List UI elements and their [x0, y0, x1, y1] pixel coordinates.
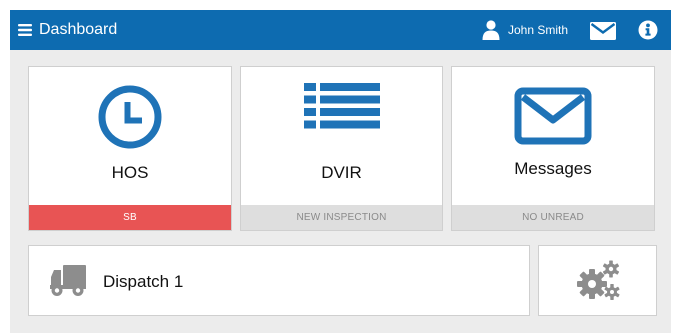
clock-icon [98, 85, 162, 149]
app-frame: Dashboard John Smith HOS SB DVIR NEW INS… [10, 10, 671, 333]
gears-icon [577, 260, 620, 300]
envelope-icon [514, 87, 592, 145]
page-title: Dashboard [39, 21, 118, 38]
dvir-tile[interactable]: DVIR NEW INSPECTION [240, 66, 443, 231]
dispatch-tile[interactable]: Dispatch 1 [28, 245, 530, 316]
messages-label: Messages [514, 159, 592, 178]
info-icon [638, 20, 658, 40]
settings-tile[interactable] [538, 245, 657, 316]
hos-tile[interactable]: HOS SB [28, 66, 232, 231]
menu-button[interactable]: Dashboard [18, 19, 117, 41]
hos-status: SB [29, 205, 231, 230]
messages-button[interactable] [590, 22, 616, 45]
info-button[interactable] [638, 20, 658, 45]
dvir-label: DVIR [321, 163, 362, 182]
user-icon [482, 20, 500, 40]
envelope-icon [590, 22, 616, 40]
user-name: John Smith [508, 23, 569, 37]
dispatch-label: Dispatch 1 [103, 272, 184, 291]
dvir-status: NEW INSPECTION [241, 205, 442, 230]
list-icon [303, 83, 380, 129]
user-menu[interactable]: John Smith [482, 18, 568, 42]
hos-label: HOS [111, 163, 149, 182]
messages-status: NO UNREAD [452, 205, 654, 230]
header-bar: Dashboard John Smith [10, 10, 671, 50]
hamburger-menu-icon [18, 24, 32, 36]
messages-tile[interactable]: Messages NO UNREAD [451, 66, 655, 231]
truck-icon [50, 265, 86, 296]
